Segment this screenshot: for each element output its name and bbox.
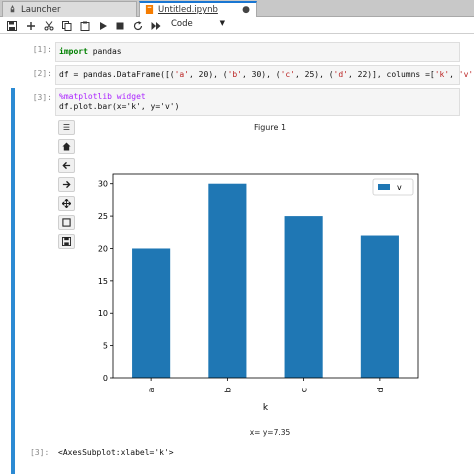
active-cell-indicator xyxy=(11,88,15,118)
save-icon xyxy=(6,20,17,31)
cell-type-label: Code xyxy=(171,19,193,29)
cell-prompt: [3]: xyxy=(32,93,52,102)
add-icon xyxy=(26,21,35,30)
code-text: , 25), ( xyxy=(295,70,334,79)
y-tick-label: 20 xyxy=(98,244,108,253)
bar-chart[interactable]: a b c d 0 5 10 15 20 25 30 k v xyxy=(80,130,440,430)
cell-prompt: [1]: xyxy=(32,45,52,54)
y-tick-label: 15 xyxy=(98,277,108,286)
restart-icon xyxy=(133,20,142,30)
code-string: 'v' xyxy=(458,70,474,79)
cut-button[interactable] xyxy=(42,19,55,32)
add-cell-button[interactable] xyxy=(24,19,37,32)
code-input[interactable]: import pandas xyxy=(55,42,460,62)
bar-d xyxy=(360,235,399,378)
y-tick-label: 5 xyxy=(103,342,108,351)
paste-icon xyxy=(80,21,89,31)
paste-button[interactable] xyxy=(78,19,91,32)
notebook-toolbar: Code ▼ xyxy=(0,17,474,34)
code-input[interactable]: df = pandas.DataFrame([('a', 20), ('b', … xyxy=(55,65,474,85)
unsaved-dot-icon[interactable]: ● xyxy=(242,5,250,15)
tab-label: Launcher xyxy=(21,5,61,15)
x-tick-label: a xyxy=(147,387,156,392)
cut-icon xyxy=(44,20,53,30)
x-tick-label: b xyxy=(223,387,232,392)
stop-button[interactable] xyxy=(113,19,126,32)
tab-launcher[interactable]: Launcher xyxy=(2,1,137,17)
pan-button[interactable] xyxy=(58,196,75,211)
run-icon xyxy=(99,21,107,30)
copy-button[interactable] xyxy=(60,19,73,32)
code-string: 'd' xyxy=(333,70,348,79)
code-string: 'a' xyxy=(174,70,190,79)
copy-icon xyxy=(61,20,71,31)
legend-swatch xyxy=(378,184,390,190)
run-button[interactable] xyxy=(96,19,109,32)
back-icon xyxy=(62,161,71,170)
code-text: , 22)], columns =[ xyxy=(348,70,435,79)
x-axis-label: k xyxy=(263,403,269,413)
home-icon xyxy=(62,142,71,151)
y-tick-label: 0 xyxy=(103,374,108,383)
code-string: 'k' xyxy=(434,70,450,79)
code-line: %matplotlib widget xyxy=(59,92,146,101)
fast-forward-icon xyxy=(151,21,160,30)
tab-bar: Launcher Untitled.ipynb ● xyxy=(0,0,474,18)
code-string: 'c' xyxy=(280,70,296,79)
x-tick-label: d xyxy=(376,387,385,392)
home-button[interactable] xyxy=(58,139,75,154)
tab-notebook[interactable]: Untitled.ipynb ● xyxy=(139,1,257,18)
code-string: 'b' xyxy=(227,70,243,79)
code-text: , 20), ( xyxy=(189,70,228,79)
restart-button[interactable] xyxy=(131,19,144,32)
coordinate-readout: x= y=7.35 xyxy=(249,428,291,437)
code-input[interactable]: %matplotlib widget df.plot.bar(x='k', y=… xyxy=(55,88,460,116)
menu-icon: ☰ xyxy=(62,123,71,132)
chevron-down-icon: ▼ xyxy=(219,19,225,27)
bar-b xyxy=(208,183,247,378)
forward-icon xyxy=(62,180,71,189)
y-tick-label: 10 xyxy=(98,309,108,318)
forward-button[interactable] xyxy=(58,177,75,192)
code-text: df = pandas.DataFrame([( xyxy=(59,70,175,79)
restart-run-all-button[interactable] xyxy=(149,19,162,32)
pan-icon xyxy=(62,199,71,208)
zoom-button[interactable] xyxy=(58,215,75,230)
legend-label: v xyxy=(397,183,402,192)
x-tick-label: c xyxy=(300,388,309,392)
back-button[interactable] xyxy=(58,158,75,173)
download-icon xyxy=(62,237,71,246)
notebook-icon xyxy=(145,5,154,14)
bar-a xyxy=(132,248,171,378)
download-button[interactable] xyxy=(58,234,75,249)
stop-icon xyxy=(116,22,123,29)
zoom-icon xyxy=(62,218,71,227)
save-button[interactable] xyxy=(5,19,18,32)
output-cell-indicator xyxy=(11,118,15,474)
output-text: <AxesSubplot:xlabel='k'> xyxy=(58,448,174,457)
rocket-icon xyxy=(10,5,15,13)
y-tick-label: 25 xyxy=(98,212,108,221)
y-tick-label: 30 xyxy=(98,180,108,189)
cell-type-select[interactable]: Code ▼ xyxy=(167,19,227,32)
menu-button[interactable]: ☰ xyxy=(58,120,75,135)
tab-label: Untitled.ipynb xyxy=(158,5,218,15)
cell-prompt: [2]: xyxy=(32,69,52,78)
code-line: df.plot.bar(x='k', y='v') xyxy=(59,102,180,111)
code-text: , 30), ( xyxy=(242,70,281,79)
code-text: import xyxy=(59,47,88,56)
code-text: , xyxy=(449,70,459,79)
output-prompt: [3]: xyxy=(30,448,50,457)
bar-c xyxy=(284,216,323,378)
